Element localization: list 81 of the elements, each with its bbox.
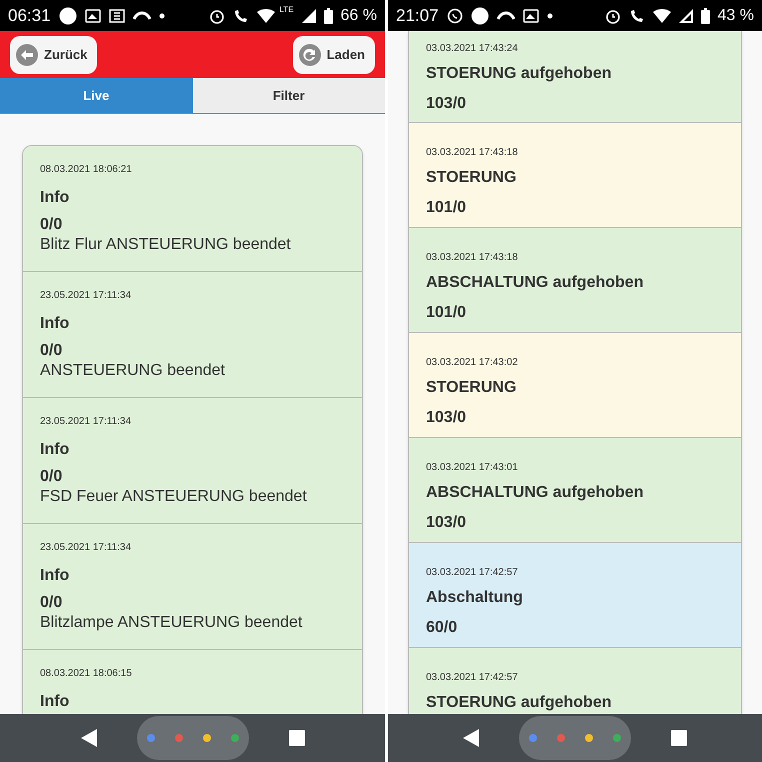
event-code: 101/0 [426, 198, 468, 218]
event-message: ANSTEUERUNG beendet [40, 361, 226, 381]
event-title: STOERUNG [426, 378, 518, 398]
event-item[interactable]: 03.03.2021 17:43:24 STOERUNG aufgehoben 103/0 [409, 31, 741, 123]
refresh-icon [298, 44, 321, 66]
tab[interactable]: Live [0, 78, 192, 113]
event-title: Info [40, 566, 70, 586]
event-message: Blitzlampe ANSTEUERUNG beendet [40, 613, 304, 633]
event-date: 03.03.2021 17:43:18 [426, 251, 519, 265]
battery-icon [700, 8, 710, 24]
image-icon [522, 8, 539, 22]
reload-button[interactable]: Laden [292, 36, 375, 74]
event-title: Info [40, 440, 70, 460]
event-title: Info [40, 692, 70, 712]
event-code: 0/0 [40, 467, 64, 487]
alarm-icon [604, 8, 621, 24]
square-icon[interactable] [288, 730, 304, 746]
dot-icon [546, 12, 553, 18]
circle-icon [58, 6, 77, 24]
event-item[interactable]: 23.05.2021 17:11:34 Info 0/0 FSD Feuer ANSTEUERUNG beendet [23, 398, 362, 524]
event-code: 103/0 [426, 94, 468, 114]
event-date: 03.03.2021 17:43:02 [426, 356, 519, 370]
event-date: 03.03.2021 17:43:24 [426, 42, 519, 56]
back-icon[interactable] [463, 729, 479, 747]
event-title: Abschaltung [426, 588, 524, 608]
signal-icon [302, 8, 316, 22]
clock-time: 21:07 [396, 4, 439, 27]
battery-percent: 43 % [718, 6, 754, 26]
event-code: 103/0 [426, 513, 468, 533]
event-date: 08.03.2021 18:06:15 [40, 667, 133, 681]
dot-icon [158, 12, 165, 18]
event-title: Info [40, 314, 70, 334]
back-button[interactable]: Zurück [10, 36, 98, 74]
back-icon[interactable] [80, 729, 96, 747]
event-date: 03.03.2021 17:43:18 [426, 146, 519, 160]
circle-icon [470, 6, 489, 24]
battery-icon [324, 8, 333, 24]
signal-icon [678, 8, 693, 22]
event-item[interactable]: 03.03.2021 17:43:18 ABSCHALTUNG aufgehoben 101/0 [409, 228, 741, 333]
event-item[interactable]: 03.03.2021 17:42:57 Abschaltung 60/0 [409, 543, 741, 648]
event-code: 0/0 [40, 593, 64, 613]
wifi-icon [257, 8, 276, 22]
event-title: Info [40, 188, 70, 208]
clock-time: 06:31 [8, 4, 51, 27]
event-code: 101/0 [426, 303, 468, 323]
event-date: 08.03.2021 18:06:21 [40, 163, 133, 177]
event-date: 23.05.2021 17:11:34 [40, 541, 132, 555]
event-item[interactable]: 08.03.2021 18:06:15 Info [23, 650, 362, 714]
event-code: 0/0 [40, 215, 64, 235]
network-label: LTE [279, 4, 294, 16]
home-pill-icon[interactable] [519, 716, 631, 760]
event-code: 0/0 [40, 341, 64, 361]
battery-percent: 66 % [340, 6, 377, 26]
home-pill-icon[interactable] [136, 716, 248, 760]
event-title: ABSCHALTUNG aufgehoben [426, 483, 644, 503]
arrow-left-icon [16, 44, 38, 66]
event-item[interactable]: 23.05.2021 17:11:34 Info 0/0 Blitzlampe ANSTEUERUNG beendet [23, 524, 362, 650]
chat-icon [446, 8, 463, 24]
event-title: STOERUNG aufgehoben [426, 64, 612, 84]
event-title: ABSCHALTUNG aufgehoben [426, 273, 644, 293]
event-code: 103/0 [426, 408, 468, 428]
wifi-icon [652, 8, 671, 22]
event-message: FSD Feuer ANSTEUERUNG beendet [40, 487, 308, 507]
event-item[interactable]: 08.03.2021 18:06:21 Info 0/0 Blitz Flur ANSTEUERUNG beendet [23, 146, 362, 272]
event-item[interactable]: 03.03.2021 17:43:18 STOERUNG 101/0 [409, 123, 741, 228]
alarm-icon [209, 8, 226, 24]
image-icon [84, 8, 101, 22]
event-item[interactable]: 23.05.2021 17:11:34 Info 0/0 ANSTEUERUNG beendet [23, 272, 362, 398]
event-date: 03.03.2021 17:43:01 [426, 461, 519, 475]
event-item[interactable]: 03.03.2021 17:43:02 STOERUNG 103/0 [409, 333, 741, 438]
event-code: 60/0 [426, 618, 458, 638]
event-message: Blitz Flur ANSTEUERUNG beendet [40, 235, 292, 255]
event-date: 03.03.2021 17:42:57 [426, 566, 519, 580]
event-title: STOERUNG aufgehoben [426, 693, 612, 713]
event-title: STOERUNG [426, 168, 518, 188]
event-date: 23.05.2021 17:11:34 [40, 415, 132, 429]
event-item[interactable]: 03.03.2021 17:43:01 ABSCHALTUNG aufgehoben 103/0 [409, 438, 741, 543]
event-date: 23.05.2021 17:11:34 [40, 289, 132, 303]
event-date: 03.03.2021 17:42:57 [426, 671, 519, 685]
event-item[interactable]: 03.03.2021 17:42:57 STOERUNG aufgehoben [409, 648, 741, 714]
tab[interactable]: Filter [192, 78, 385, 113]
